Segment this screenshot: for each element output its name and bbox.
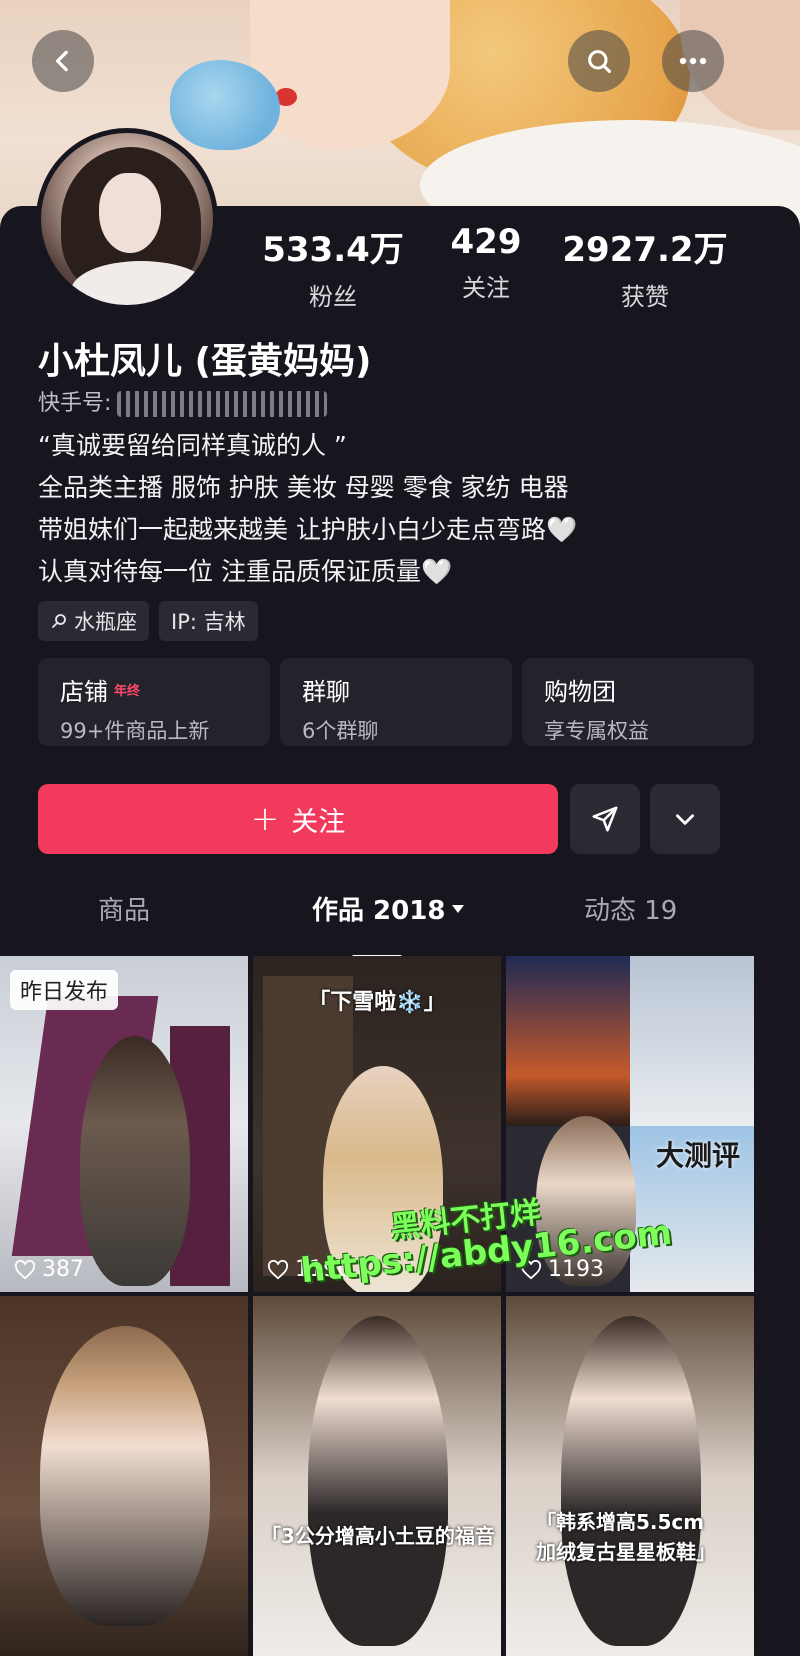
heart-icon (14, 1259, 36, 1279)
account-id: 快手号: (38, 385, 328, 417)
bio-line: 全品类主播 服饰 护肤 美妆 母婴 零食 家纺 电器 (38, 473, 569, 502)
video-caption: 「下雪啦❄️」 (308, 990, 446, 1015)
shortcut-subtitle: 享专属权益 (544, 719, 649, 743)
chevron-down-icon (676, 814, 694, 825)
stat-label: 粉丝 (309, 283, 357, 311)
video-tile[interactable]: 「韩系增高5.5cm 加绒复古星星板鞋」 (506, 1296, 754, 1656)
more-button[interactable] (662, 30, 724, 92)
bio-line: “真诚要留给同样真诚的人 ” (38, 431, 347, 460)
tab-works[interactable]: 作品 2018 (312, 890, 465, 927)
video-caption: 「韩系增高5.5cm (536, 1510, 705, 1534)
tag-label: IP: 吉林 (171, 610, 246, 634)
like-count-value: 387 (42, 1257, 84, 1282)
more-options-button[interactable] (650, 784, 720, 854)
like-count: 387 (14, 1257, 84, 1282)
stat-following[interactable]: 429 关注 (436, 222, 536, 303)
stat-likes[interactable]: 2927.2万 获赞 (560, 222, 730, 312)
stat-label: 获赞 (621, 283, 669, 311)
shortcut-subtitle: 99+件商品上新 (60, 719, 210, 743)
shortcut-title: 购物团 (544, 678, 616, 706)
video-caption-line2: 加绒复古星星板鞋」 (536, 1540, 716, 1564)
shortcut-group-chat[interactable]: 群聊 6个群聊 (280, 658, 512, 746)
content-tabs: 商品 作品 2018 动态 19 (0, 890, 800, 950)
shortcut-shop[interactable]: 店铺 年终 99+件商品上新 (38, 658, 270, 746)
stat-followers[interactable]: 533.4万 粉丝 (258, 222, 408, 312)
shortcut-hot-badge: 年终 (114, 684, 141, 699)
profile-tags: 水瓶座 IP: 吉林 (38, 601, 258, 641)
stat-value: 429 (450, 222, 522, 262)
zodiac-icon (52, 614, 66, 628)
shortcut-subtitle: 6个群聊 (302, 719, 379, 743)
video-caption: 大测评 (656, 1139, 741, 1172)
tab-label: 作品 2018 (312, 896, 446, 926)
tag-zodiac[interactable]: 水瓶座 (38, 601, 149, 641)
chevron-left-icon (55, 50, 68, 72)
shortcut-title: 群聊 (302, 678, 350, 706)
account-label: 快手号: (38, 391, 112, 416)
new-badge: 昨日发布 (10, 970, 119, 1010)
profile-bio: “真诚要留给同样真诚的人 ” 全品类主播 服饰 护肤 美妆 母婴 零食 家纺 电… (38, 425, 577, 593)
plus-icon: + (250, 799, 280, 839)
search-icon (588, 50, 612, 74)
tab-products[interactable]: 商品 (98, 890, 150, 927)
shortcut-title: 店铺 (60, 678, 108, 706)
video-tile[interactable]: 昨日发布 387 (0, 956, 248, 1292)
shortcut-shopping-group[interactable]: 购物团 享专属权益 (522, 658, 754, 746)
back-button[interactable] (32, 30, 94, 92)
tab-label: 商品 (98, 896, 151, 926)
video-tile[interactable] (0, 1296, 248, 1656)
avatar[interactable] (36, 128, 218, 310)
share-button[interactable] (570, 784, 640, 854)
search-button[interactable] (568, 30, 630, 92)
tab-label: 动态 19 (584, 896, 678, 926)
tab-moments[interactable]: 动态 19 (584, 890, 677, 927)
follow-label: 关注 (291, 806, 346, 838)
caret-down-icon (452, 904, 465, 913)
follow-button[interactable]: + 关注 (38, 784, 558, 854)
video-tile[interactable]: 「3公分增高小土豆的福音 (253, 1296, 501, 1656)
more-horizontal-icon (679, 57, 707, 65)
account-id-obscured (117, 391, 328, 417)
stat-label: 关注 (462, 274, 510, 302)
stat-value: 533.4万 (262, 230, 404, 270)
video-caption: 「3公分增高小土豆的福音 (261, 1524, 495, 1548)
tag-label: 水瓶座 (74, 610, 137, 634)
stat-value: 2927.2万 (562, 230, 728, 270)
bio-line: 带姐妹们一起越来越美 让护肤小白少走点弯路🤍 (38, 515, 578, 544)
profile-name: 小杜凤儿 (蛋黄妈妈) (38, 341, 372, 382)
send-icon (592, 806, 618, 832)
heart-icon (267, 1259, 289, 1279)
tag-ip-location: IP: 吉林 (159, 601, 258, 641)
bio-line: 认真对待每一位 注重品质保证质量🤍 (38, 557, 453, 586)
